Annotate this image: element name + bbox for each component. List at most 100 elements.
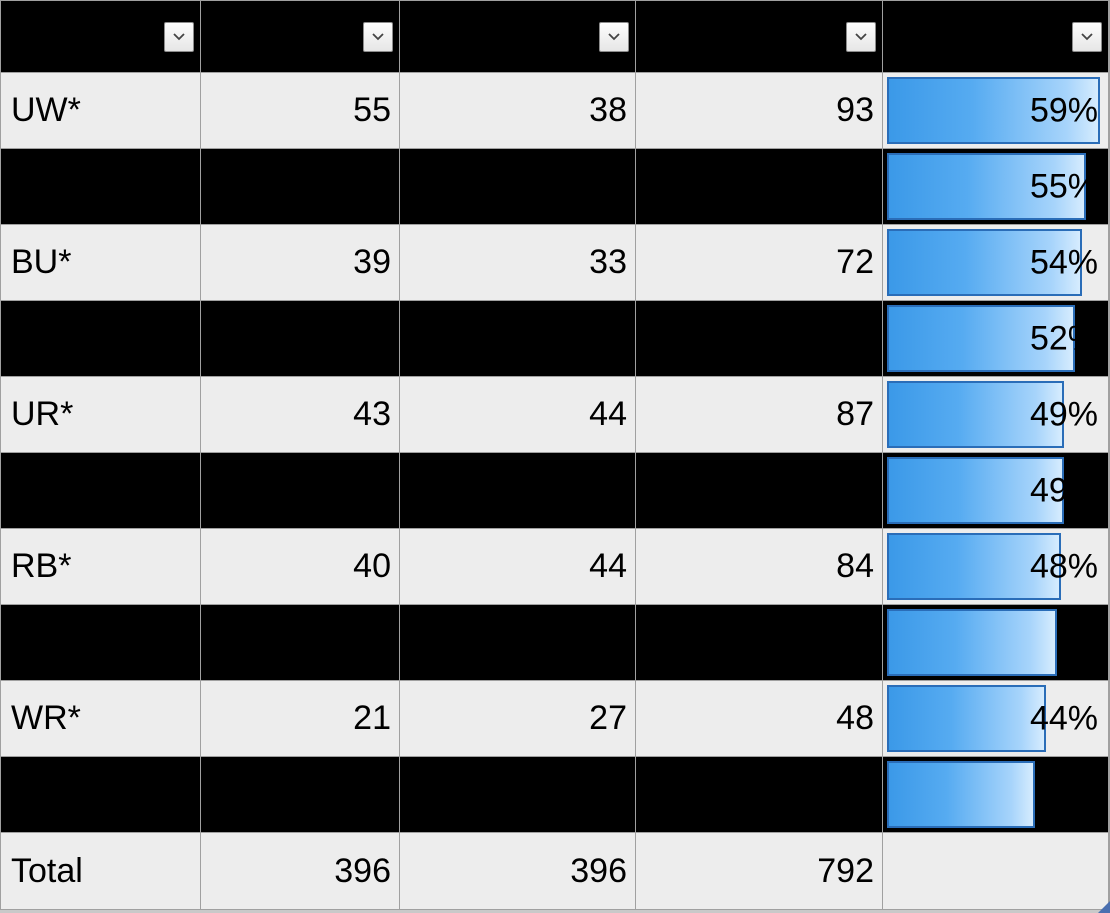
winrate-label: 52% bbox=[1030, 319, 1098, 358]
databar-wrap: 49% bbox=[887, 381, 1104, 448]
row-label bbox=[1, 757, 201, 832]
table-row: 55% bbox=[1, 149, 1109, 225]
losses-cell: 38 bbox=[400, 73, 636, 148]
wins-cell-text: 55 bbox=[353, 91, 391, 130]
table-row: 52% bbox=[1, 301, 1109, 377]
winrate-label: 49% bbox=[1030, 471, 1098, 510]
wins-cell: 55 bbox=[201, 73, 400, 148]
games-cell: 48 bbox=[636, 681, 883, 756]
filter-button-col0[interactable] bbox=[164, 22, 194, 52]
sort-descending-icon bbox=[1101, 25, 1109, 47]
winrate-cell: 54% bbox=[883, 225, 1109, 300]
total-col2: 396 bbox=[400, 833, 636, 909]
losses-cell bbox=[400, 605, 636, 680]
header-cell-2 bbox=[400, 1, 636, 72]
wins-cell bbox=[201, 149, 400, 224]
row-label-text: UR* bbox=[11, 395, 73, 434]
pivot-table: UW* 5538 93 59% 55% BU* 39 33 72 54% 52% UR* 43 44 87 4… bbox=[0, 0, 1110, 910]
winrate-label: 44% bbox=[1030, 699, 1098, 738]
games-cell bbox=[636, 453, 883, 528]
filter-button-col3[interactable] bbox=[846, 22, 876, 52]
wins-cell-text: 39 bbox=[353, 243, 391, 282]
winrate-cell: 48% bbox=[883, 529, 1109, 604]
row-label: UW* bbox=[1, 73, 201, 148]
losses-cell: 44 bbox=[400, 529, 636, 604]
games-cell: 93 bbox=[636, 73, 883, 148]
chevron-down-icon bbox=[1081, 33, 1093, 41]
filter-sort-button-col4[interactable] bbox=[1072, 22, 1102, 52]
losses-cell-text: 44 bbox=[589, 547, 627, 586]
row-label-text: RB* bbox=[11, 547, 71, 586]
winrate-label: 48% bbox=[1030, 547, 1098, 586]
databar-wrap: 48% bbox=[887, 533, 1104, 600]
table-row: RB* 40 44 84 48% bbox=[1, 529, 1109, 605]
winrate-cell: 49% bbox=[883, 453, 1109, 528]
table-row: 47 bbox=[1, 605, 1109, 681]
table-row: UR* 43 44 87 49% bbox=[1, 377, 1109, 453]
table-row: WR*21 27 48 44% bbox=[1, 681, 1109, 757]
games-cell-text: 93 bbox=[836, 91, 874, 130]
chevron-down-icon bbox=[173, 33, 185, 41]
wins-cell: 40 bbox=[201, 529, 400, 604]
losses-cell: 27 bbox=[400, 681, 636, 756]
header-cell-1 bbox=[201, 1, 400, 72]
losses-cell: 44 bbox=[400, 377, 636, 452]
total-col1-text: 396 bbox=[334, 852, 391, 891]
table-row: 49% bbox=[1, 453, 1109, 529]
games-cell: 84 bbox=[636, 529, 883, 604]
table-row: 4 bbox=[1, 757, 1109, 833]
winrate-label: 55% bbox=[1030, 167, 1098, 206]
games-cell-text: 72 bbox=[836, 243, 874, 282]
total-row: Total396396792 bbox=[1, 833, 1109, 909]
header-row bbox=[1, 1, 1109, 73]
row-label bbox=[1, 149, 201, 224]
winrate-cell: 44% bbox=[883, 681, 1109, 756]
row-label bbox=[1, 605, 201, 680]
total-col1: 396 bbox=[201, 833, 400, 909]
wins-cell bbox=[201, 605, 400, 680]
row-label bbox=[1, 301, 201, 376]
databar-wrap: 44% bbox=[887, 685, 1104, 752]
table-row: UW* 5538 93 59% bbox=[1, 73, 1109, 149]
row-label-text: BU* bbox=[11, 243, 71, 282]
games-cell-text: 48 bbox=[836, 699, 874, 738]
chevron-down-icon bbox=[372, 33, 384, 41]
losses-cell-text: 33 bbox=[589, 243, 627, 282]
total-label: Total bbox=[1, 833, 201, 909]
databar-wrap: 47 bbox=[887, 609, 1104, 676]
winrate-label: 59% bbox=[1030, 91, 1098, 130]
wins-cell: 39 bbox=[201, 225, 400, 300]
chevron-down-icon bbox=[855, 33, 867, 41]
losses-cell: 33 bbox=[400, 225, 636, 300]
wins-cell-text: 43 bbox=[353, 395, 391, 434]
winrate-cell: 49% bbox=[883, 377, 1109, 452]
databar bbox=[887, 761, 1035, 828]
filter-button-col2[interactable] bbox=[599, 22, 629, 52]
games-cell-text: 84 bbox=[836, 547, 874, 586]
row-label: RB* bbox=[1, 529, 201, 604]
databar bbox=[887, 685, 1046, 752]
losses-cell bbox=[400, 301, 636, 376]
games-cell: 87 bbox=[636, 377, 883, 452]
losses-cell-text: 44 bbox=[589, 395, 627, 434]
chevron-down-icon bbox=[608, 33, 620, 41]
databar-wrap: 52% bbox=[887, 305, 1104, 372]
databar-wrap: 54% bbox=[887, 229, 1104, 296]
total-label-text: Total bbox=[11, 852, 83, 891]
filter-button-col1[interactable] bbox=[363, 22, 393, 52]
losses-cell-text: 27 bbox=[589, 699, 627, 738]
header-cell-0 bbox=[1, 1, 201, 72]
row-label: WR* bbox=[1, 681, 201, 756]
winrate-cell: 4 bbox=[883, 757, 1109, 832]
databar-wrap: 59% bbox=[887, 77, 1104, 144]
row-label: BU* bbox=[1, 225, 201, 300]
resize-handle-icon[interactable] bbox=[1098, 901, 1110, 913]
games-cell-text: 87 bbox=[836, 395, 874, 434]
total-col2-text: 396 bbox=[570, 852, 627, 891]
wins-cell: 21 bbox=[201, 681, 400, 756]
winrate-label: 4 bbox=[1079, 775, 1098, 814]
winrate-cell: 59% bbox=[883, 73, 1109, 148]
wins-cell: 43 bbox=[201, 377, 400, 452]
table-row: BU* 39 33 72 54% bbox=[1, 225, 1109, 301]
wins-cell bbox=[201, 453, 400, 528]
